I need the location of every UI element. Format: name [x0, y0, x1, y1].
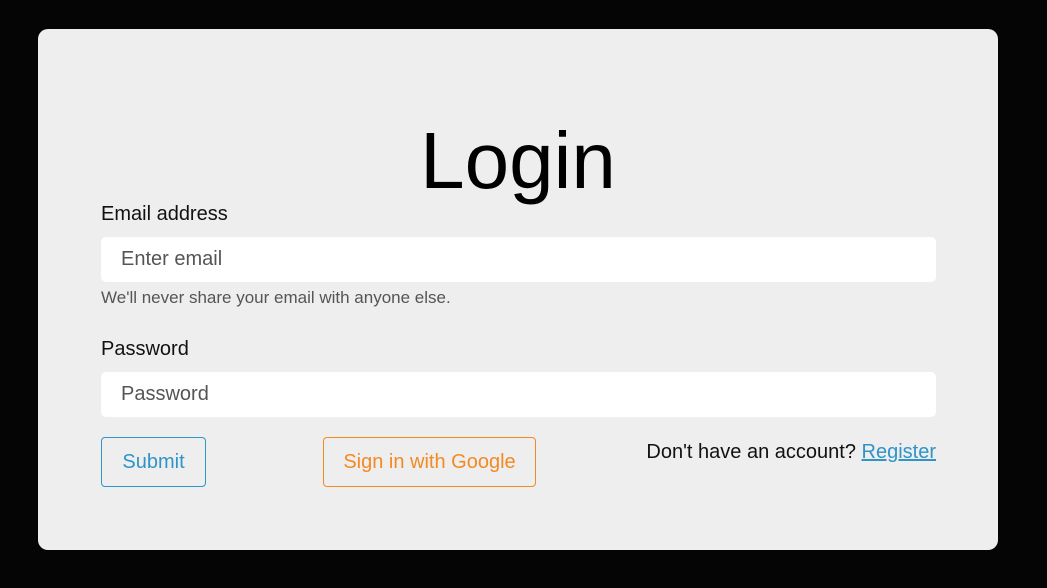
- page-title: Login: [420, 116, 616, 205]
- password-label: Password: [101, 338, 189, 360]
- password-field[interactable]: [101, 372, 936, 417]
- register-prompt-text: Don't have an account?: [646, 441, 856, 463]
- submit-button[interactable]: Submit: [101, 437, 206, 487]
- google-signin-button[interactable]: Sign in with Google: [323, 437, 536, 487]
- email-label: Email address: [101, 203, 228, 225]
- email-field[interactable]: [101, 237, 936, 282]
- register-prompt: Don't have an account? Register: [646, 442, 936, 462]
- email-help-text: We'll never share your email with anyone…: [101, 288, 451, 307]
- register-link[interactable]: Register: [862, 441, 936, 463]
- login-card: Login Email address We'll never share yo…: [38, 29, 998, 550]
